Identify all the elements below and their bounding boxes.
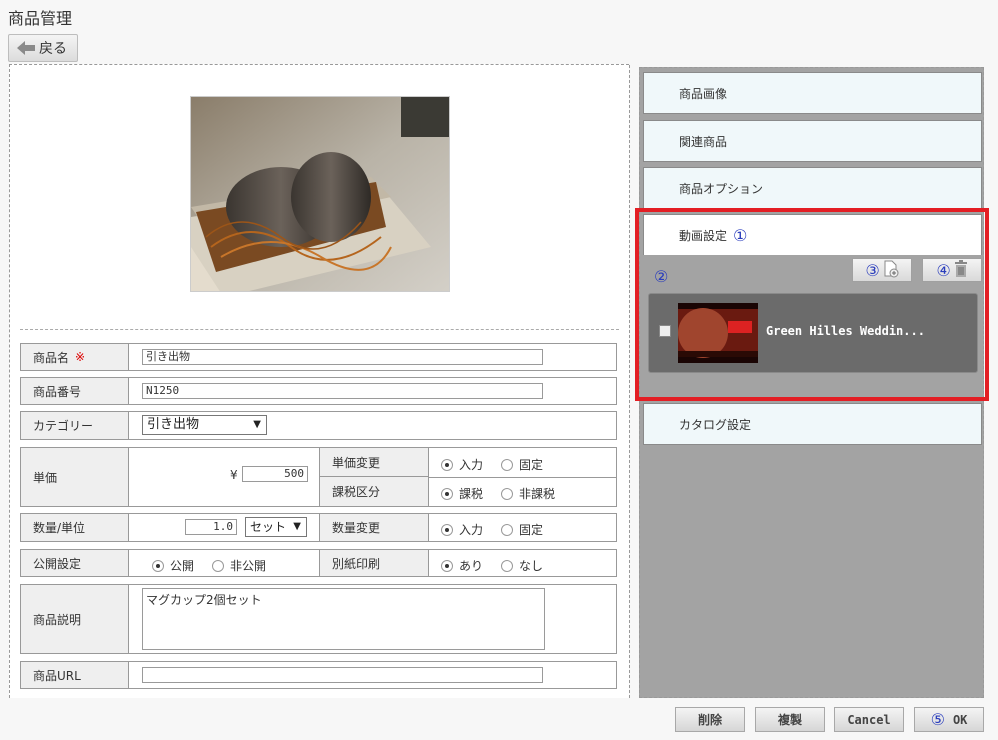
arrow-left-icon — [17, 41, 35, 55]
sidebar-item-label: カタログ設定 — [679, 417, 752, 432]
annotation-badge: ⑤ — [930, 710, 945, 729]
qty-change-radio-group: 入力 固定 — [441, 521, 555, 538]
required-mark: ※ — [75, 350, 86, 364]
annotation-badge: ④ — [936, 260, 951, 280]
cancel-button[interactable]: Cancel — [834, 707, 904, 732]
tax-radio-group: 課税 非課税 — [441, 485, 567, 502]
label-public: 公開設定 — [21, 550, 129, 576]
sidebar-item-product-options[interactable]: 商品オプション — [643, 167, 982, 209]
quantity-input[interactable]: 1.0 — [185, 519, 237, 535]
video-checkbox[interactable] — [659, 325, 671, 337]
ok-label: OK — [952, 712, 968, 727]
row-product-name: 商品名 ※ 引き出物 — [20, 343, 617, 371]
chevron-down-icon: ▼ — [253, 419, 261, 430]
separator — [20, 329, 619, 330]
add-file-icon — [883, 260, 899, 281]
radio-label: 固定 — [519, 523, 544, 537]
radio-print-yes[interactable] — [441, 559, 453, 572]
radio-taxable[interactable] — [441, 487, 453, 500]
row-product-number: 商品番号 N1250 — [20, 377, 617, 405]
label-price: 単価 — [21, 448, 129, 506]
back-button-label: 戻る — [39, 41, 67, 57]
radio-price-fixed[interactable] — [501, 458, 514, 471]
radio-label: 入力 — [459, 523, 484, 537]
description-textarea[interactable]: マグカップ2個セット — [142, 588, 545, 650]
currency-symbol: ¥ — [230, 468, 238, 482]
row-category: カテゴリー 引き出物 ▼ — [20, 411, 617, 440]
radio-private[interactable] — [212, 559, 225, 572]
radio-public[interactable] — [152, 559, 164, 572]
sidebar-item-catalog-settings[interactable]: カタログ設定 — [643, 403, 982, 445]
row-price: 単価 ¥ 500 単価変更 課税区分 入力 固定 課税 非課税 — [20, 447, 617, 507]
label-description: 商品説明 — [21, 585, 129, 653]
radio-label: なし — [519, 559, 544, 573]
sidebar-item-label: 関連商品 — [679, 134, 728, 149]
unit-select[interactable]: セット ▼ — [245, 517, 307, 537]
sidebar-item-product-image[interactable]: 商品画像 — [643, 72, 982, 114]
video-title: Green Hilles Weddin... — [766, 324, 925, 338]
annotation-badge: ① — [733, 225, 748, 245]
delete-video-button[interactable]: ④ — [922, 258, 982, 282]
video-list-area: ② ③ ④ Green Hilles Weddin... — [643, 255, 982, 373]
product-form-panel: 商品名 ※ 引き出物 商品番号 N1250 カテゴリー 引き出物 ▼ 単価 ¥ 50… — [9, 64, 630, 698]
radio-label: 固定 — [519, 458, 544, 472]
product-name-input[interactable]: 引き出物 — [142, 349, 543, 365]
radio-label: 公開 — [170, 559, 195, 573]
copy-button[interactable]: 複製 — [755, 707, 825, 732]
trash-icon — [954, 259, 968, 281]
row-description: 商品説明 マグカップ2個セット — [20, 584, 617, 654]
price-change-radio-group: 入力 固定 — [441, 456, 555, 473]
annotation-badge: ③ — [865, 260, 880, 280]
radio-non-taxable[interactable] — [501, 487, 514, 500]
add-video-button[interactable]: ③ — [852, 258, 912, 282]
annotation-badge: ② — [654, 267, 669, 286]
sidebar-item-label: 商品画像 — [679, 86, 728, 101]
url-input[interactable] — [142, 667, 543, 683]
label-price-change: 単価変更 — [319, 448, 429, 477]
label-product-name: 商品名 ※ — [21, 344, 129, 370]
print-radio-group: あり なし — [441, 557, 555, 574]
radio-label: 非課税 — [519, 487, 556, 501]
label-url: 商品URL — [21, 662, 129, 688]
sidebar-panel: 商品画像 関連商品 商品オプション 動画設定 ① ② ③ ④ Green Hil… — [639, 67, 984, 698]
label-text: 商品名 — [33, 350, 70, 365]
label-category: カテゴリー — [21, 412, 129, 439]
label-qty-change: 数量変更 — [319, 514, 429, 541]
video-list-item[interactable]: Green Hilles Weddin... — [648, 293, 978, 373]
public-radio-group: 公開 非公開 — [152, 557, 278, 574]
label-product-number: 商品番号 — [21, 378, 129, 404]
label-quantity: 数量/単位 — [21, 514, 129, 541]
radio-label: あり — [459, 559, 484, 573]
delete-button[interactable]: 削除 — [675, 707, 745, 732]
price-input[interactable]: 500 — [242, 466, 308, 482]
radio-label: 非公開 — [230, 559, 267, 573]
back-button[interactable]: 戻る — [8, 34, 78, 62]
unit-value: セット — [250, 520, 287, 534]
radio-print-no[interactable] — [501, 559, 514, 572]
video-thumbnail — [678, 303, 758, 363]
category-value: 引き出物 — [147, 417, 200, 432]
ok-button[interactable]: ⑤ OK — [914, 707, 984, 732]
row-quantity: 数量/単位 1.0 セット ▼ 数量変更 入力 固定 — [20, 513, 617, 542]
label-print: 別紙印刷 — [319, 550, 429, 576]
category-select[interactable]: 引き出物 ▼ — [142, 415, 267, 435]
row-public: 公開設定 公開 非公開 別紙印刷 あり なし — [20, 549, 617, 577]
radio-price-input[interactable] — [441, 458, 453, 471]
sidebar-item-related-products[interactable]: 関連商品 — [643, 120, 982, 162]
sidebar-item-label: 商品オプション — [679, 181, 764, 196]
radio-qty-input[interactable] — [441, 523, 453, 536]
product-photo — [190, 96, 450, 292]
sidebar-item-label: 動画設定 — [679, 228, 728, 243]
chevron-down-icon: ▼ — [293, 521, 301, 532]
sidebar-item-video-settings[interactable]: 動画設定 ① — [643, 214, 982, 256]
product-number-input[interactable]: N1250 — [142, 383, 543, 399]
radio-qty-fixed[interactable] — [501, 523, 514, 536]
row-url: 商品URL — [20, 661, 617, 689]
page-title: 商品管理 — [8, 9, 73, 28]
radio-label: 入力 — [459, 458, 484, 472]
label-tax: 課税区分 — [319, 477, 429, 506]
radio-label: 課税 — [459, 487, 484, 501]
